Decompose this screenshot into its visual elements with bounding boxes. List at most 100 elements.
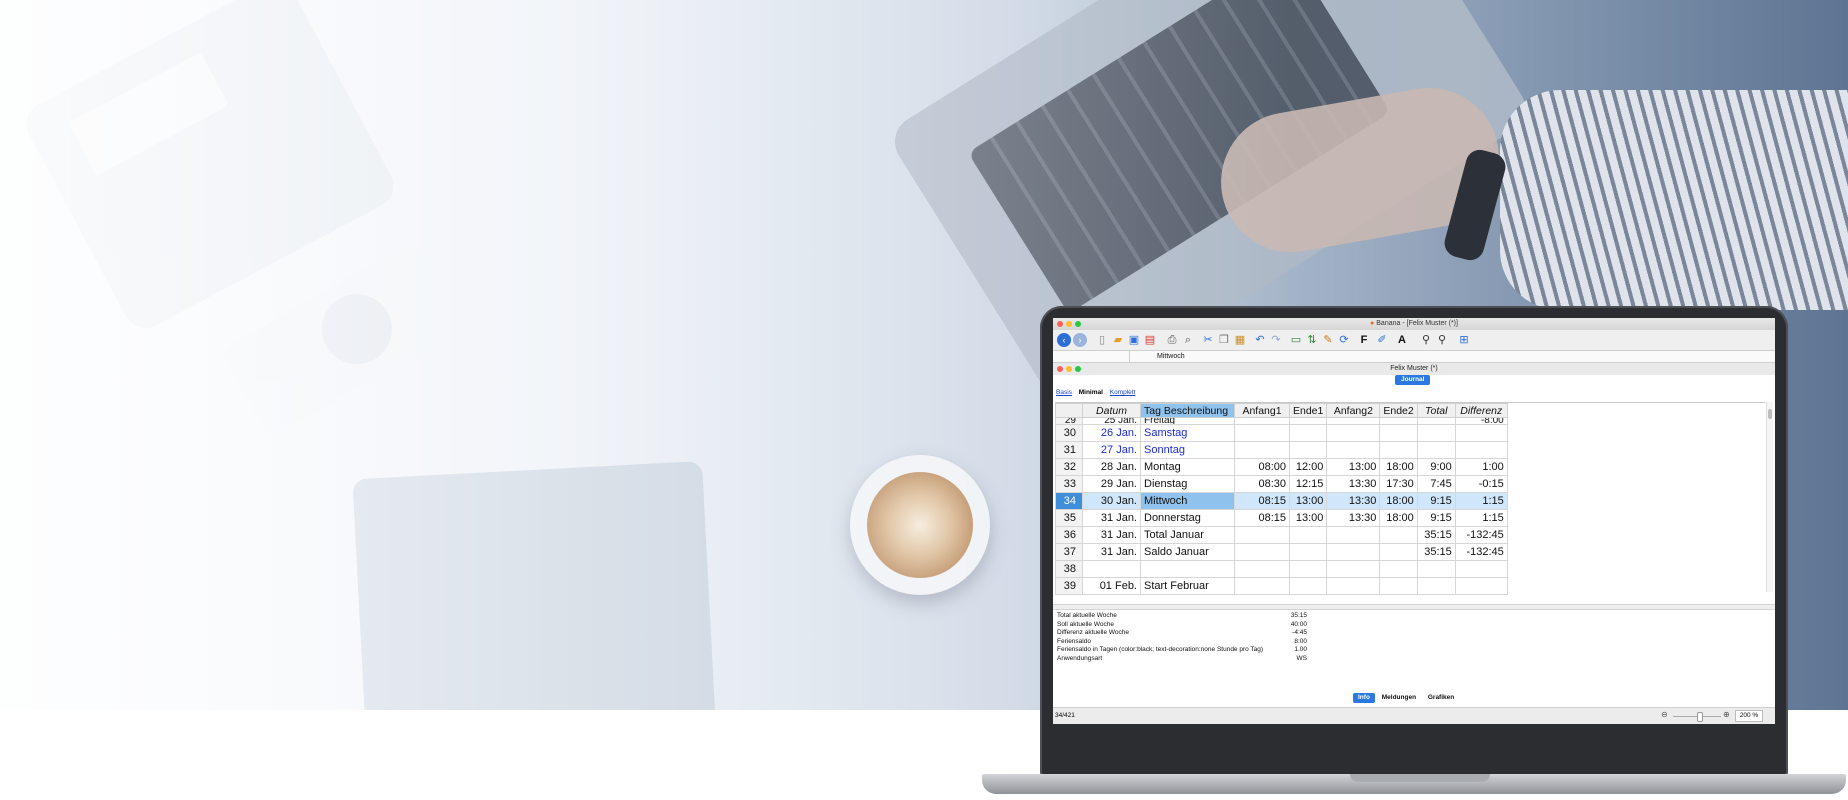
cell-total[interactable]: 35:15 [1416,543,1456,561]
paste-icon[interactable]: ▦ [1233,333,1247,347]
table-row[interactable]: 35 31 Jan. Donnerstag 08:15 13:00 13:30 18:00 9… [1055,509,1508,527]
cell-ende1[interactable] [1288,526,1328,544]
cell-difference[interactable]: -8:00 [1454,417,1508,425]
cell-anfang1[interactable]: 08:15 [1234,509,1290,527]
cell-total[interactable]: 35:15 [1416,526,1456,544]
cell-ende1[interactable] [1288,441,1328,459]
cell-description[interactable]: Start Februar [1140,577,1235,595]
cell-ende1[interactable]: 13:00 [1288,509,1328,527]
cell-difference[interactable]: 1:00 [1454,458,1508,476]
tab-journal[interactable]: Journal [1395,375,1431,385]
print-icon[interactable]: ⎙ [1165,333,1179,347]
cell-ende1[interactable]: 12:15 [1288,475,1328,493]
cell-description[interactable]: Sonntag [1140,441,1235,459]
cell-anfang2[interactable] [1326,441,1381,459]
cell-ende1[interactable] [1288,577,1328,595]
cell-anfang1[interactable]: 08:30 [1234,475,1290,493]
cell-total[interactable] [1416,424,1456,442]
tab-info[interactable]: Info [1353,693,1375,703]
cell-ende2[interactable]: 18:00 [1379,492,1418,510]
table-row[interactable]: 32 28 Jan. Montag 08:00 12:00 13:00 18:00 9:00 1… [1055,458,1508,476]
column-header-anfang1[interactable]: Anfang1 [1234,403,1290,418]
cell-date[interactable]: 31 Jan. [1082,509,1141,527]
cell-difference[interactable]: -132:45 [1454,526,1508,544]
cell-description[interactable]: Freitag [1140,417,1235,425]
table-row[interactable]: 30 26 Jan. Samstag [1055,424,1508,442]
undo-icon[interactable]: ↶ [1253,333,1267,347]
row-number[interactable]: 36 [1055,526,1083,544]
column-header-datum[interactable]: Datum [1082,403,1141,418]
cell-ende2[interactable]: 18:00 [1379,509,1418,527]
view-basis[interactable]: Basis [1056,389,1072,396]
cell-difference[interactable]: 1:15 [1454,509,1508,527]
cell-date[interactable]: 29 Jan. [1082,475,1141,493]
table-row[interactable]: 31 27 Jan. Sonntag [1055,441,1508,459]
row-number[interactable]: 29 [1055,417,1083,425]
cell-anfang2[interactable] [1326,543,1381,561]
cell-description[interactable] [1140,560,1235,578]
row-number[interactable]: 39 [1055,577,1083,595]
cell-ende1[interactable]: 13:00 [1288,492,1328,510]
row-number[interactable]: 33 [1055,475,1083,493]
tab-grafiken[interactable]: Grafiken [1423,693,1459,703]
column-header-ende1[interactable]: Ende1 [1288,403,1328,418]
cell-anfang1[interactable] [1234,526,1290,544]
cell-date[interactable]: 27 Jan. [1082,441,1141,459]
cell-anfang2[interactable] [1326,526,1381,544]
cell-total[interactable] [1416,441,1456,459]
refresh-icon[interactable]: ⟳ [1337,333,1351,347]
zoom-out-icon[interactable]: ⊖ [1661,710,1668,719]
cell-description[interactable]: Donnerstag [1140,509,1235,527]
close-document-button[interactable] [1057,366,1063,372]
cell-description[interactable]: Total Januar [1140,526,1235,544]
cell-anfang2[interactable]: 13:30 [1326,475,1381,493]
new-file-icon[interactable]: ▯ [1095,333,1109,347]
cell-date[interactable]: 26 Jan. [1082,424,1141,442]
table-row[interactable]: 39 01 Feb. Start Februar [1055,577,1508,595]
row-number[interactable]: 34 [1055,492,1083,510]
cell-ende1[interactable] [1288,424,1328,442]
cell-date[interactable] [1082,560,1141,578]
tab-meldungen[interactable]: Meldungen [1377,693,1421,703]
cell-ende2[interactable] [1379,543,1418,561]
row-number[interactable]: 38 [1055,560,1083,578]
insert-row-icon[interactable]: ⇅ [1305,333,1319,347]
cut-icon[interactable]: ✂ [1201,333,1215,347]
table-row-partial[interactable]: 29 25 Jan. Freitag -8:00 [1055,417,1508,425]
cell-ende1[interactable]: 12:00 [1288,458,1328,476]
cell-difference[interactable]: -132:45 [1454,543,1508,561]
cell-date[interactable]: 28 Jan. [1082,458,1141,476]
cell-description[interactable]: Mittwoch [1140,492,1235,510]
cell-date[interactable]: 01 Feb. [1082,577,1141,595]
column-header-beschreibung[interactable]: Tag Beschreibung [1140,403,1235,418]
cell-total[interactable]: 7:45 [1416,475,1456,493]
row-number[interactable]: 30 [1055,424,1083,442]
corner-header[interactable] [1055,403,1083,418]
row-number[interactable]: 32 [1055,458,1083,476]
find-icon[interactable]: ⚲ [1419,333,1433,347]
cell-anfang2[interactable] [1326,424,1381,442]
cell-anfang2[interactable] [1326,560,1381,578]
cell-description[interactable]: Samstag [1140,424,1235,442]
row-number[interactable]: 31 [1055,441,1083,459]
cell-date[interactable]: 31 Jan. [1082,526,1141,544]
row-number[interactable]: 35 [1055,509,1083,527]
cell-date[interactable]: 25 Jan. [1082,417,1141,425]
cell-anfang2[interactable]: 13:30 [1326,492,1381,510]
table-row[interactable]: 36 31 Jan. Total Januar 35:15 -132:45 [1055,526,1508,544]
scrollbar-thumb[interactable] [1768,409,1772,419]
cell-total[interactable] [1416,577,1456,595]
cell-anfang1[interactable] [1234,441,1290,459]
cell-date[interactable]: 31 Jan. [1082,543,1141,561]
cell-ende2[interactable] [1379,577,1418,595]
table-row[interactable]: 38 [1055,560,1508,578]
pane-splitter[interactable] [1053,604,1775,610]
cell-anfang2[interactable] [1326,577,1381,595]
cell-ende2[interactable] [1379,424,1418,442]
zoom-slider-handle[interactable] [1697,712,1703,722]
save-icon[interactable]: ▣ [1127,333,1141,347]
edit-pencil-icon[interactable]: ✎ [1321,333,1335,347]
cell-ende2[interactable] [1379,560,1418,578]
highlight-icon[interactable]: ✐ [1375,333,1389,347]
add-row-icon[interactable]: ▭ [1289,333,1303,347]
